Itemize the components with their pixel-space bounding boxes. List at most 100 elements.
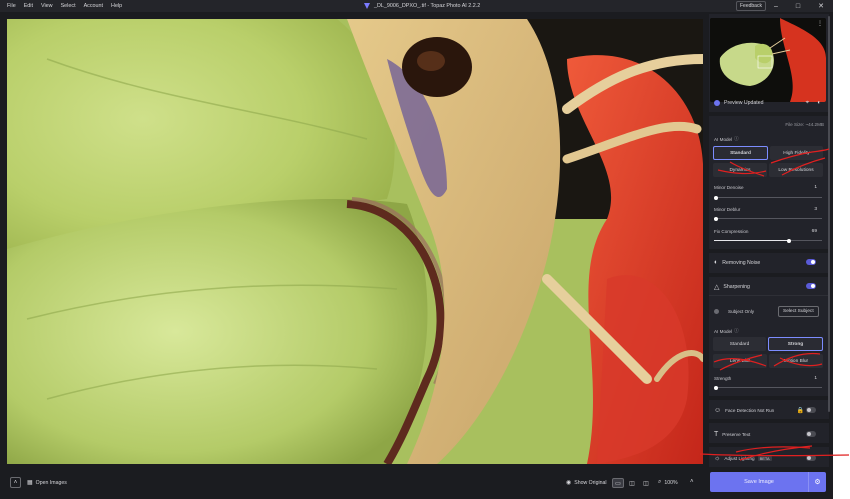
adjust-lighting-label: Adjust Lighting [724, 456, 755, 461]
menu-select[interactable]: Select [57, 0, 80, 12]
fix-compression-label: Fix Compression [714, 229, 749, 234]
split-view-button[interactable]: ◫ [626, 478, 638, 488]
minor-denoise-slider[interactable] [714, 195, 822, 200]
divider [709, 419, 829, 423]
preview-thumbnail[interactable]: ⋮ [710, 18, 826, 102]
adjust-lighting-row[interactable]: ☼ Adjust Lighting BETA [714, 455, 824, 462]
adjust-lighting-toggle[interactable] [806, 455, 816, 461]
zoom-icon: ⌕ [658, 479, 662, 485]
slider-knob[interactable] [714, 385, 718, 390]
model-standard[interactable]: Standard [713, 337, 766, 351]
sharpen-model-selector: Standard Strong [713, 337, 823, 351]
more-options-icon[interactable]: ⋮ [817, 20, 823, 27]
menu-file[interactable]: File [3, 0, 20, 12]
minimize-icon[interactable]: – [764, 0, 788, 12]
minor-deblur-slider[interactable] [714, 216, 822, 221]
model-low-resolutions[interactable]: Low Resolutions [769, 163, 823, 177]
expand-button[interactable]: ˄ [10, 477, 21, 488]
slider-knob[interactable] [786, 238, 791, 243]
model-high-fidelity[interactable]: High Fidelity [770, 146, 823, 160]
fix-compression-value: 69 [811, 229, 817, 234]
thumbnail-image [710, 18, 826, 102]
text-icon: T [714, 431, 719, 438]
slider-fill [714, 240, 789, 241]
face-detection-row[interactable]: ☺ Face Detection Not Run 🔒 [714, 407, 824, 414]
noise-icon: ◐ [714, 259, 719, 266]
zoom-level: 100% [664, 479, 678, 486]
fix-compression-slider[interactable] [714, 238, 822, 243]
removing-noise-toggle[interactable] [806, 259, 816, 265]
menu-account[interactable]: Account [80, 0, 107, 12]
face-detection-label: Face Detection Not Run [725, 408, 775, 413]
info-icon[interactable]: ⓘ [734, 136, 739, 142]
chevron-up-icon: ˄ [690, 479, 694, 485]
side-by-side-button[interactable]: ◫ [640, 478, 652, 488]
divider [709, 249, 829, 253]
feedback-button[interactable]: Feedback [736, 1, 766, 11]
model-motion-blur[interactable]: Motion Blur [769, 354, 823, 368]
topaz-logo-icon [364, 3, 370, 9]
title-bar: File Edit View Select Account Help _DL_9… [0, 0, 833, 12]
divider [709, 273, 829, 277]
divider [709, 396, 829, 400]
file-size-row: File Size: ~44.2MB [714, 122, 824, 127]
beta-badge: BETA [757, 456, 772, 461]
sharpening-label: Sharpening [723, 284, 750, 290]
strength-slider[interactable] [714, 385, 822, 390]
panel-scrollbar[interactable] [828, 16, 830, 412]
compare-icon[interactable]: ◐ [817, 100, 821, 106]
maximize-icon[interactable]: □ [786, 0, 810, 12]
denoise-model-selector-2: Dynamics Low Resolutions [713, 163, 823, 177]
removing-noise-row[interactable]: ◐ Removing Noise [714, 259, 824, 266]
slider-knob[interactable] [714, 216, 719, 221]
minor-deblur-value: 3 [814, 207, 817, 212]
denoise-model-selector: Standard High Fidelity [713, 146, 823, 160]
show-original-button[interactable]: ◉ Show Original [566, 479, 607, 487]
strength-row: Strength 1 [714, 376, 824, 381]
zoom-menu-button[interactable]: ˄ [690, 479, 694, 485]
sharpen-model-selector-2: Lens Blur Motion Blur [713, 354, 823, 368]
divider [709, 295, 829, 296]
single-view-icon: ▭ [615, 480, 621, 487]
model-dynamics[interactable]: Dynamics [713, 163, 767, 177]
model-strong[interactable]: Strong [768, 337, 823, 351]
export-settings-icon[interactable]: ⚙ [808, 472, 826, 492]
select-subject-button[interactable]: Select Subject [778, 306, 819, 317]
minor-deblur-row: Minor Deblur 3 [714, 207, 824, 212]
model-lens-blur[interactable]: Lens Blur [713, 354, 767, 368]
open-images-button[interactable]: ▦ Open Images [27, 479, 67, 487]
file-size-text: File Size: ~44.2MB [785, 122, 824, 127]
single-view-button[interactable]: ▭ [612, 478, 624, 488]
split-view-icon: ◫ [629, 480, 635, 487]
side-by-side-icon: ◫ [643, 480, 649, 487]
preview-updated-label: Preview Updated [724, 100, 764, 106]
close-icon[interactable]: ✕ [809, 0, 833, 12]
menu-edit[interactable]: Edit [20, 0, 37, 12]
subject-only-label: Subject Only [728, 309, 755, 314]
window-title: _DL_9006_DPXO_.tif - Topaz Photo AI 2.2.… [364, 0, 480, 12]
sharpening-row[interactable]: △ Sharpening [714, 283, 824, 291]
preserve-text-toggle[interactable] [806, 431, 816, 437]
slider-knob[interactable] [714, 195, 718, 200]
chevron-up-icon: ˄ [10, 477, 21, 488]
subject-only-radio[interactable] [714, 309, 719, 314]
menu-view[interactable]: View [37, 0, 57, 12]
zoom-control[interactable]: ⌕ 100% [658, 479, 678, 486]
menu-help[interactable]: Help [107, 0, 126, 12]
settings-panel: ⋮ Preview Updated ⌖ ◐ File Size: ~44.2MB… [709, 14, 829, 467]
sharpen-model-header: AI Model ⓘ [714, 328, 824, 334]
sharpening-toggle[interactable] [806, 283, 816, 289]
page-margin [833, 0, 850, 499]
menu-bar: File Edit View Select Account Help [0, 0, 126, 12]
ai-model-label: AI Model [714, 136, 733, 142]
triangle-icon: △ [714, 284, 720, 291]
info-icon[interactable]: ⓘ [734, 328, 739, 334]
model-standard[interactable]: Standard [713, 146, 768, 160]
save-image-button[interactable]: Save Image ⚙ [710, 472, 826, 492]
preserve-text-row[interactable]: T Preserve Text [714, 431, 824, 438]
image-viewer[interactable] [7, 19, 703, 464]
image-icon: ▦ [27, 480, 33, 486]
crop-icon[interactable]: ⌖ [806, 100, 809, 107]
face-detection-toggle[interactable] [806, 407, 816, 413]
minor-denoise-label: Minor Denoise [714, 185, 744, 190]
